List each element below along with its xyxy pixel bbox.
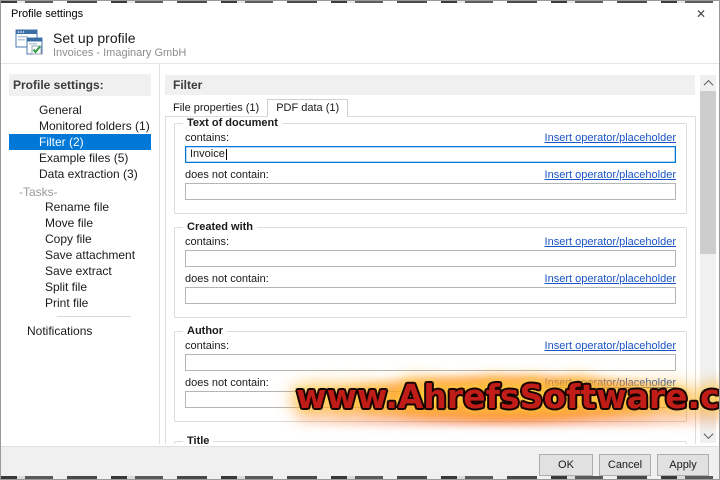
created-with-contains-input[interactable] <box>185 250 676 267</box>
group-created-with: Created with contains: Insert operator/pla… <box>174 221 687 318</box>
field-label: contains: <box>185 235 230 248</box>
page-title: Set up profile <box>53 30 136 46</box>
insert-operator-link[interactable]: Insert operator/placeholder <box>545 236 676 248</box>
group-legend: Title <box>183 435 214 444</box>
group-author: Author contains: Insert operator/placehold… <box>174 325 687 422</box>
group-text-of-document: Text of document contains: Insert operator… <box>174 117 687 214</box>
field-row: contains: Insert operator/placeholder <box>185 235 676 248</box>
tasks-section-label: -Tasks- <box>19 185 58 199</box>
tab-content: Text of document contains: Insert operator… <box>165 116 696 444</box>
tab-strip: File properties (1) PDF data (1) <box>165 99 696 117</box>
sidebar-item-split-file[interactable]: Split file <box>9 279 151 295</box>
ok-button[interactable]: OK <box>539 454 593 476</box>
group-legend: Author <box>183 325 228 337</box>
insert-operator-link[interactable]: Insert operator/placeholder <box>545 132 676 144</box>
created-with-does-not-contain-input[interactable] <box>185 287 676 304</box>
sidebar-item-monitored-folders-1[interactable]: Monitored folders (1) <box>9 118 151 134</box>
scrollbar-thumb[interactable] <box>700 91 716 254</box>
insert-operator-link[interactable]: Insert operator/placeholder <box>545 377 676 389</box>
field-label: contains: <box>185 131 230 144</box>
cancel-button[interactable]: Cancel <box>599 454 651 476</box>
sidebar-header: Profile settings: <box>9 74 151 96</box>
field-row: does not contain: Insert operator/placeho… <box>185 272 676 285</box>
sidebar-item-general[interactable]: General <box>9 102 151 118</box>
author-does-not-contain-input[interactable] <box>185 391 676 408</box>
window-title: Profile settings <box>11 8 84 20</box>
group-legend: Text of document <box>183 117 282 129</box>
apply-button[interactable]: Apply <box>657 454 709 476</box>
input-value: Invoice <box>190 148 225 160</box>
scroll-up-icon[interactable] <box>700 75 716 91</box>
app-header: Set up profile Invoices - Imaginary GmbH <box>1 25 719 63</box>
sidebar-item-save-attachment[interactable]: Save attachment <box>9 247 151 263</box>
filter-panel: Filter File properties (1) PDF data (1) T… <box>159 64 719 444</box>
field-label: does not contain: <box>185 168 269 181</box>
sidebar-item-move-file[interactable]: Move file <box>9 215 151 231</box>
field-row: does not contain: Insert operator/placeho… <box>185 376 676 389</box>
sidebar-nav: General Monitored folders (1) Filter (2) Ex… <box>1 102 159 182</box>
profile-settings-dialog: Profile settings ✕ Set up profile Invoic… <box>0 0 720 480</box>
sidebar-item-rename-file[interactable]: Rename file <box>9 199 151 215</box>
sidebar-bottom: Notifications <box>1 322 159 339</box>
sidebar-item-save-extract[interactable]: Save extract <box>9 263 151 279</box>
group-legend: Created with <box>183 221 258 233</box>
page-subtitle: Invoices - Imaginary GmbH <box>53 47 187 59</box>
field-row: contains: Insert operator/placeholder <box>185 131 676 144</box>
sidebar-item-example-files-5[interactable]: Example files (5) <box>9 150 151 166</box>
text-caret <box>225 149 227 160</box>
insert-operator-link[interactable]: Insert operator/placeholder <box>545 340 676 352</box>
field-label: does not contain: <box>185 376 269 389</box>
sidebar-item-print-file[interactable]: Print file <box>9 295 151 311</box>
tab-pdf-data-1[interactable]: PDF data (1) <box>267 99 349 117</box>
author-contains-input[interactable] <box>185 354 676 371</box>
sidebar: Profile settings: General Monitored folde… <box>1 64 159 444</box>
vertical-scrollbar[interactable] <box>700 75 716 443</box>
dialog-footer: OK Cancel Apply <box>1 446 719 479</box>
sidebar-item-filter-2[interactable]: Filter (2) <box>9 134 151 150</box>
title-bar: Profile settings ✕ <box>1 3 719 25</box>
sidebar-item-data-extraction-3[interactable]: Data extraction (3) <box>9 166 151 182</box>
sidebar-separator <box>57 316 131 317</box>
section-title: Filter <box>165 75 695 95</box>
sidebar-tasks: Rename file Move file Copy file Save attach… <box>1 199 159 311</box>
field-row: contains: Insert operator/placeholder <box>185 339 676 352</box>
tab-file-properties-1[interactable]: File properties (1) <box>165 101 267 116</box>
group-title: Titlecontains:Insert operator/placeholde… <box>174 435 687 444</box>
sidebar-item-copy-file[interactable]: Copy file <box>9 231 151 247</box>
sidebar-item-notifications[interactable]: Notifications <box>9 322 151 339</box>
scroll-down-icon[interactable] <box>700 427 716 443</box>
close-icon[interactable]: ✕ <box>689 5 713 23</box>
field-row: does not contain: Insert operator/placeho… <box>185 168 676 181</box>
profile-setup-icon <box>15 29 45 60</box>
field-label: contains: <box>185 339 230 352</box>
text-of-document-contains-input[interactable]: Invoice <box>185 146 676 163</box>
field-label: does not contain: <box>185 272 269 285</box>
insert-operator-link[interactable]: Insert operator/placeholder <box>545 273 676 285</box>
insert-operator-link[interactable]: Insert operator/placeholder <box>545 169 676 181</box>
text-of-document-does-not-contain-input[interactable] <box>185 183 676 200</box>
